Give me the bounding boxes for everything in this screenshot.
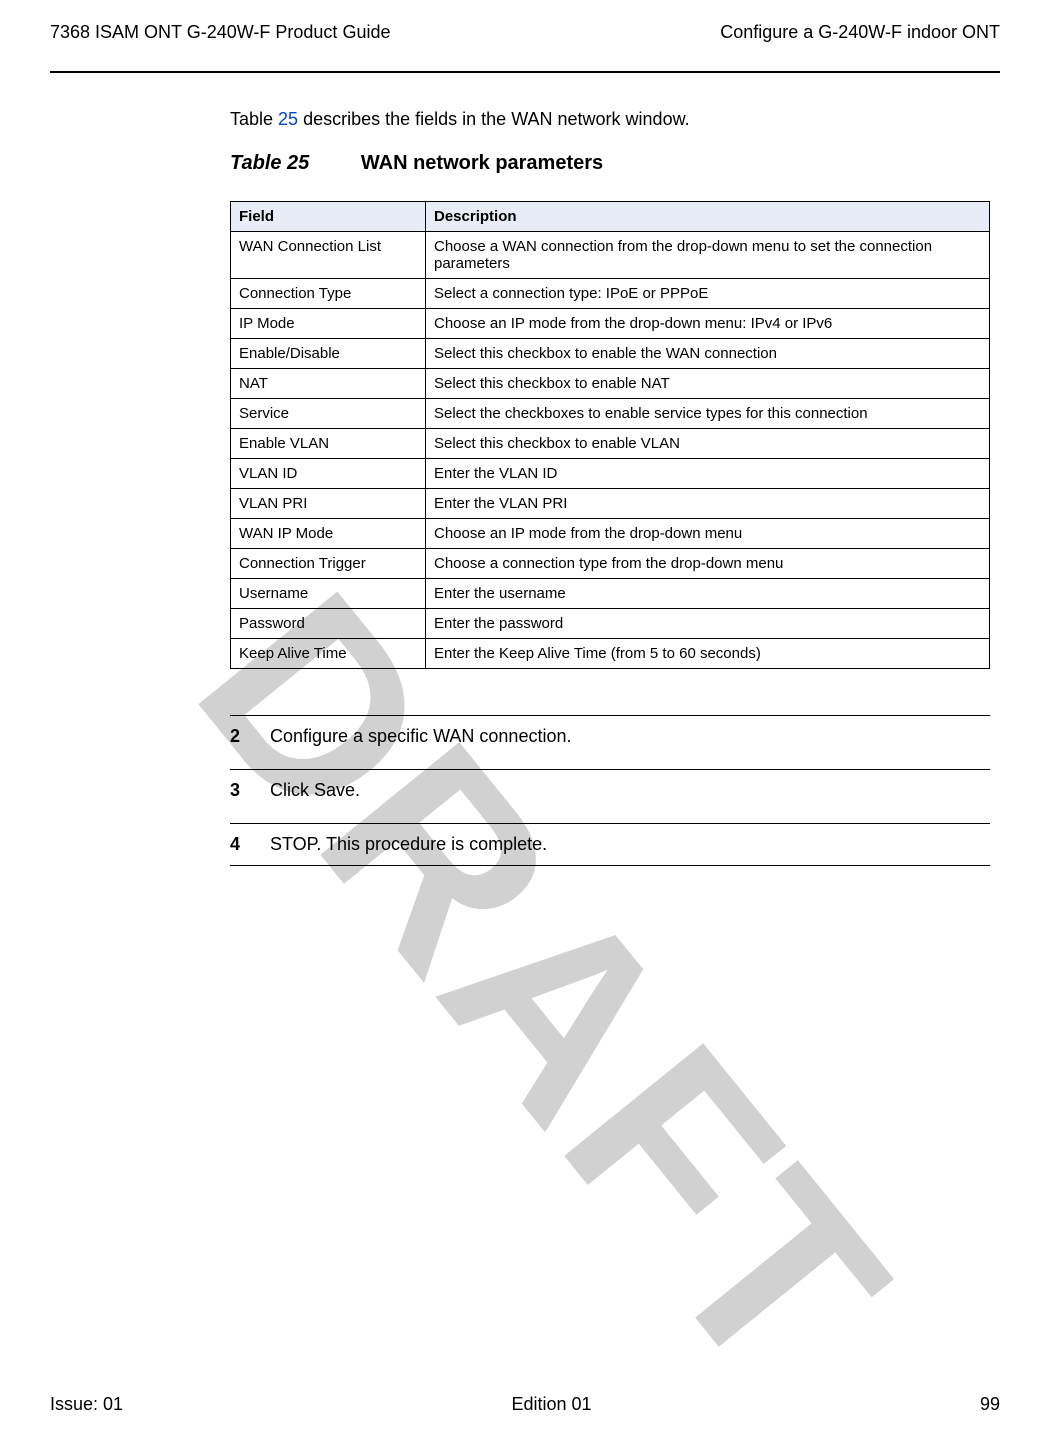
- cell-field: Enable VLAN: [231, 429, 426, 459]
- cell-field: IP Mode: [231, 309, 426, 339]
- header-right: Configure a G-240W-F indoor ONT: [720, 22, 1000, 43]
- cell-desc: Enter the VLAN PRI: [426, 489, 990, 519]
- cell-desc: Enter the VLAN ID: [426, 459, 990, 489]
- footer-left: Issue: 01: [50, 1394, 123, 1415]
- step-text: Click Save.: [270, 780, 990, 801]
- step-rule: [230, 865, 990, 866]
- step-block: 4 STOP. This procedure is complete.: [230, 823, 990, 866]
- table-header-row: Field Description: [231, 202, 990, 232]
- table-row: UsernameEnter the username: [231, 579, 990, 609]
- step-number: 2: [230, 726, 270, 747]
- cell-field: NAT: [231, 369, 426, 399]
- intro-paragraph: Table 25 describes the fields in the WAN…: [230, 109, 990, 130]
- procedure-step: 2 Configure a specific WAN connection.: [230, 716, 990, 757]
- wan-parameters-table: Field Description WAN Connection ListCho…: [230, 201, 990, 669]
- cell-field: WAN Connection List: [231, 232, 426, 279]
- footer-center: Edition 01: [511, 1394, 591, 1415]
- cell-field: WAN IP Mode: [231, 519, 426, 549]
- table-row: Enable VLANSelect this checkbox to enabl…: [231, 429, 990, 459]
- cell-field: Keep Alive Time: [231, 639, 426, 669]
- intro-prefix: Table: [230, 109, 278, 129]
- table-row: Connection TriggerChoose a connection ty…: [231, 549, 990, 579]
- cell-desc: Choose a connection type from the drop-d…: [426, 549, 990, 579]
- cell-desc: Select the checkboxes to enable service …: [426, 399, 990, 429]
- table-row: IP ModeChoose an IP mode from the drop-d…: [231, 309, 990, 339]
- table-caption-title: WAN network parameters: [361, 152, 603, 174]
- cell-field: Connection Trigger: [231, 549, 426, 579]
- step-number: 3: [230, 780, 270, 801]
- cell-field: Password: [231, 609, 426, 639]
- cell-field: VLAN PRI: [231, 489, 426, 519]
- table-caption: Table 25 WAN network parameters: [230, 152, 990, 175]
- cell-desc: Select this checkbox to enable NAT: [426, 369, 990, 399]
- table-row: VLAN PRIEnter the VLAN PRI: [231, 489, 990, 519]
- running-footer: Issue: 01 Edition 01 99: [50, 1394, 1000, 1415]
- table-header-field: Field: [231, 202, 426, 232]
- step-block: 2 Configure a specific WAN connection.: [230, 715, 990, 757]
- table-caption-number: Table 25: [230, 152, 309, 174]
- header-rule: [50, 71, 1000, 73]
- table-row: WAN Connection ListChoose a WAN connecti…: [231, 232, 990, 279]
- intro-cross-ref[interactable]: 25: [278, 109, 298, 129]
- intro-suffix: describes the fields in the WAN network …: [298, 109, 690, 129]
- cell-desc: Select a connection type: IPoE or PPPoE: [426, 279, 990, 309]
- procedure-step: 4 STOP. This procedure is complete.: [230, 824, 990, 865]
- table-row: WAN IP ModeChoose an IP mode from the dr…: [231, 519, 990, 549]
- cell-desc: Choose an IP mode from the drop-down men…: [426, 519, 990, 549]
- cell-desc: Select this checkbox to enable VLAN: [426, 429, 990, 459]
- table-row: Enable/DisableSelect this checkbox to en…: [231, 339, 990, 369]
- table-row: VLAN IDEnter the VLAN ID: [231, 459, 990, 489]
- cell-desc: Enter the Keep Alive Time (from 5 to 60 …: [426, 639, 990, 669]
- footer-right: 99: [980, 1394, 1000, 1415]
- cell-field: Enable/Disable: [231, 339, 426, 369]
- step-text: Configure a specific WAN connection.: [270, 726, 990, 747]
- cell-desc: Enter the password: [426, 609, 990, 639]
- header-left: 7368 ISAM ONT G-240W-F Product Guide: [50, 22, 390, 43]
- table-header-description: Description: [426, 202, 990, 232]
- procedure-step: 3 Click Save.: [230, 770, 990, 811]
- cell-field: Username: [231, 579, 426, 609]
- cell-desc: Choose a WAN connection from the drop-do…: [426, 232, 990, 279]
- table-row: Keep Alive TimeEnter the Keep Alive Time…: [231, 639, 990, 669]
- step-text: STOP. This procedure is complete.: [270, 834, 990, 855]
- cell-field: VLAN ID: [231, 459, 426, 489]
- cell-desc: Choose an IP mode from the drop-down men…: [426, 309, 990, 339]
- cell-desc: Select this checkbox to enable the WAN c…: [426, 339, 990, 369]
- step-number: 4: [230, 834, 270, 855]
- step-block: 3 Click Save.: [230, 769, 990, 811]
- table-row: ServiceSelect the checkboxes to enable s…: [231, 399, 990, 429]
- table-row: Connection TypeSelect a connection type:…: [231, 279, 990, 309]
- running-header: 7368 ISAM ONT G-240W-F Product Guide Con…: [50, 22, 1000, 71]
- table-row: NATSelect this checkbox to enable NAT: [231, 369, 990, 399]
- cell-field: Service: [231, 399, 426, 429]
- cell-field: Connection Type: [231, 279, 426, 309]
- cell-desc: Enter the username: [426, 579, 990, 609]
- table-row: PasswordEnter the password: [231, 609, 990, 639]
